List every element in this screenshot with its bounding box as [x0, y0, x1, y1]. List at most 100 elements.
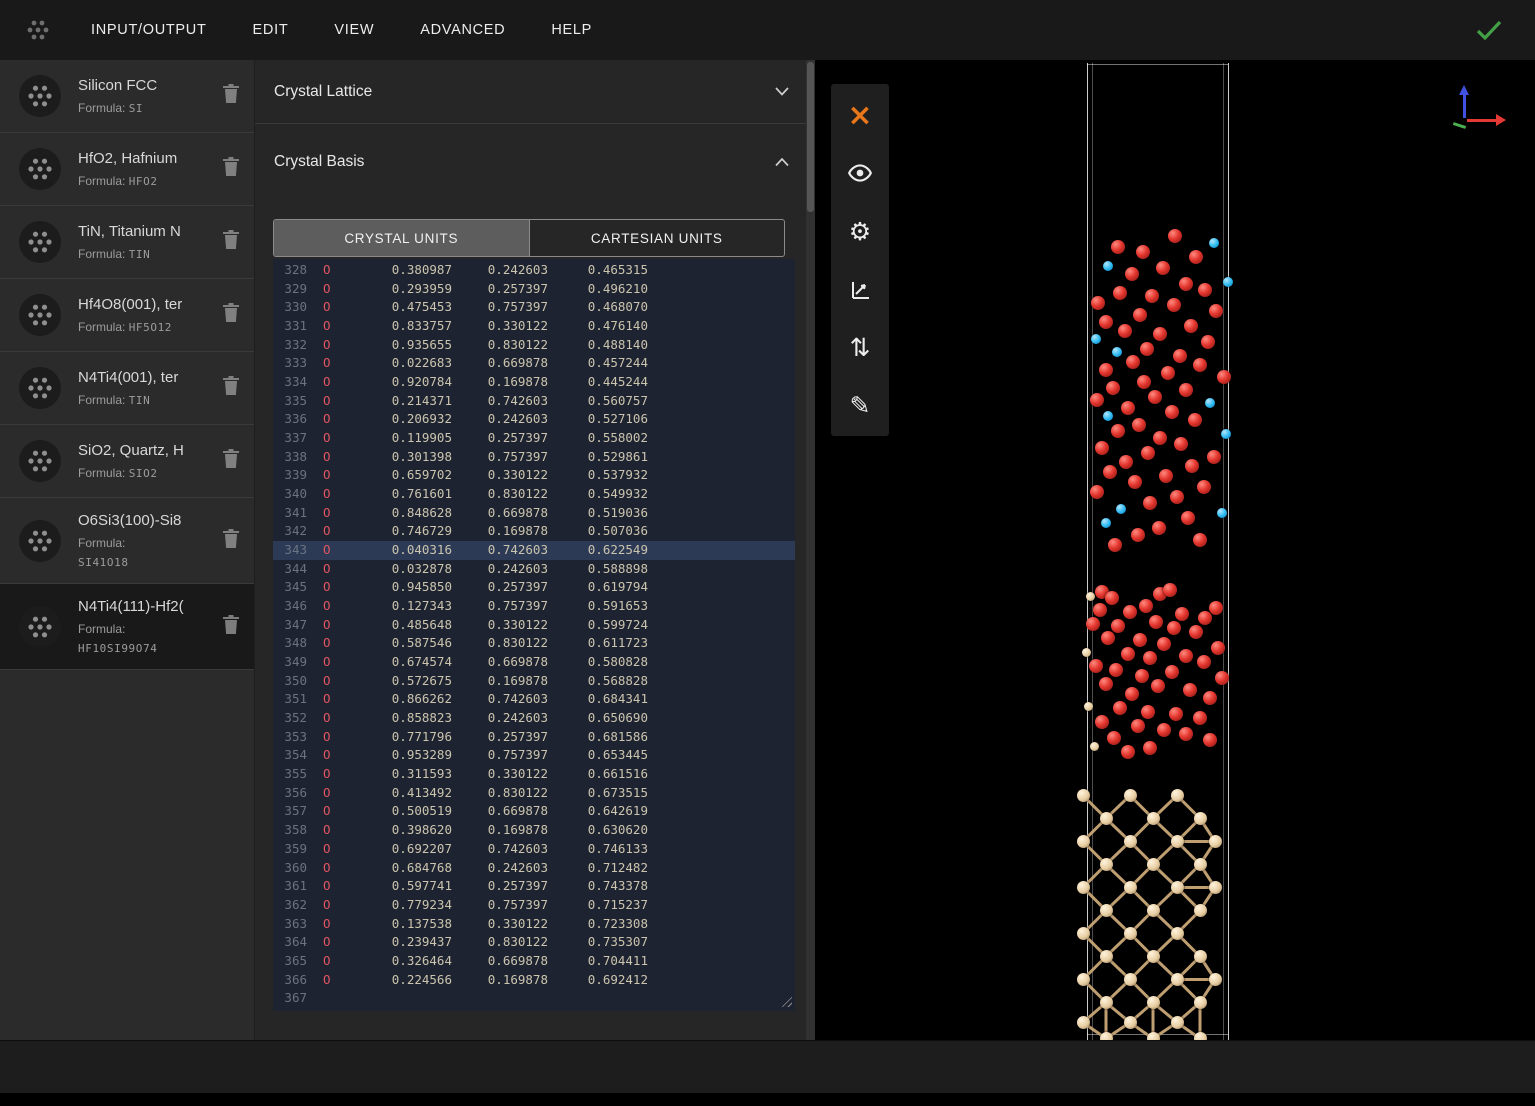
section-crystal-basis[interactable]: Crystal Basis [255, 124, 815, 200]
material-formula: Formula: TiN [78, 393, 222, 407]
basis-row[interactable]: 335O0.2143710.7426030.560757 [273, 392, 795, 411]
eye-icon[interactable] [831, 144, 889, 202]
material-item[interactable]: TiN, Titanium N Formula: TiN [0, 206, 254, 279]
material-item[interactable]: Hf4O8(001), ter Formula: Hf5O12 [0, 279, 254, 352]
basis-row[interactable]: 350O0.5726750.1698780.568828 [273, 672, 795, 691]
menu-item-advanced[interactable]: ADVANCED [397, 0, 528, 60]
basis-row[interactable]: 353O0.7717960.2573970.681586 [273, 728, 795, 747]
basis-row[interactable]: 344O0.0328780.2426030.588898 [273, 560, 795, 579]
material-item[interactable]: SiO2, Quartz, H Formula: SiO2 [0, 425, 254, 498]
cyan-atom [1209, 238, 1219, 248]
tab-cartesian-units[interactable]: CARTESIAN UNITS [529, 220, 785, 256]
basis-row[interactable]: 351O0.8662620.7426030.684341 [273, 690, 795, 709]
pencil-icon[interactable]: ✎ [831, 376, 889, 434]
coord-z: 0.712482 [548, 859, 648, 878]
coord-z: 0.527106 [548, 410, 648, 429]
basis-row[interactable]: 349O0.6745740.6698780.580828 [273, 653, 795, 672]
material-item[interactable]: N4Ti4(001), ter Formula: TiN [0, 352, 254, 425]
delete-material-button[interactable] [222, 375, 240, 401]
measure-icon[interactable] [831, 260, 889, 318]
material-item[interactable]: N4Ti4(111)-Hf2( Formula: Hf10Si99O74 [0, 584, 254, 670]
basis-row[interactable]: 347O0.4856480.3301220.599724 [273, 616, 795, 635]
line-number: 339 [273, 466, 307, 485]
basis-row[interactable]: 362O0.7792340.7573970.715237 [273, 896, 795, 915]
basis-row[interactable]: 336O0.2069320.2426030.527106 [273, 410, 795, 429]
basis-row[interactable]: 330O0.4754530.7573970.468070 [273, 298, 795, 317]
material-name: SiO2, Quartz, H [78, 442, 188, 459]
close-icon[interactable]: × [831, 86, 889, 144]
panel-scrollbar[interactable] [806, 60, 815, 1040]
menu-item-edit[interactable]: EDIT [230, 0, 312, 60]
delete-material-button[interactable] [222, 614, 240, 640]
basis-row[interactable]: 339O0.6597020.3301220.537932 [273, 466, 795, 485]
basis-row[interactable]: 354O0.9532890.7573970.653445 [273, 746, 795, 765]
basis-row[interactable]: 355O0.3115930.3301220.661516 [273, 765, 795, 784]
basis-row[interactable]: 337O0.1199050.2573970.558002 [273, 429, 795, 448]
tab-crystal-units[interactable]: CRYSTAL UNITS [274, 220, 529, 256]
basis-row[interactable]: 358O0.3986200.1698780.630620 [273, 821, 795, 840]
basis-row[interactable]: 340O0.7616010.8301220.549932 [273, 485, 795, 504]
red-atom [1090, 393, 1104, 407]
material-icon [18, 147, 62, 191]
basis-row[interactable]: 338O0.3013980.7573970.529861 [273, 448, 795, 467]
viewer-3d[interactable]: × ⚙ ⇅ ✎ [815, 60, 1535, 1040]
basis-row[interactable]: 342O0.7467290.1698780.507036 [273, 522, 795, 541]
delete-material-button[interactable] [222, 156, 240, 182]
scrollbar-thumb[interactable] [807, 62, 814, 212]
menu-item-help[interactable]: HELP [528, 0, 615, 60]
basis-row[interactable]: 366O0.2245660.1698780.692412 [273, 971, 795, 990]
delete-material-button[interactable] [222, 83, 240, 109]
coord-z: 0.476140 [548, 317, 648, 336]
delete-material-button[interactable] [222, 302, 240, 328]
basis-row[interactable]: 341O0.8486280.6698780.519036 [273, 504, 795, 523]
swap-vertical-icon[interactable]: ⇅ [831, 318, 889, 376]
basis-row[interactable]: 328O0.3809870.2426030.465315 [273, 261, 795, 280]
basis-row[interactable]: 333O0.0226830.6698780.457244 [273, 354, 795, 373]
basis-row[interactable]: 329O0.2939590.2573970.496210 [273, 280, 795, 299]
basis-row[interactable]: 361O0.5977410.2573970.743378 [273, 877, 795, 896]
tan-atom [1124, 973, 1137, 986]
element-symbol: O [323, 485, 345, 504]
material-text: N4Ti4(001), ter Formula: TiN [78, 369, 222, 407]
material-item[interactable]: O6Si3(100)-Si8 Formula: Si41O18 [0, 498, 254, 584]
coord-y: 0.330122 [452, 765, 548, 784]
basis-row[interactable]: 363O0.1375380.3301220.723308 [273, 915, 795, 934]
element-symbol: O [323, 522, 345, 541]
basis-row[interactable]: 367 [273, 989, 795, 1008]
section-crystal-lattice[interactable]: Crystal Lattice [255, 60, 815, 124]
delete-material-button[interactable] [222, 448, 240, 474]
basis-row[interactable]: 343O0.0403160.7426030.622549 [273, 541, 795, 560]
basis-row[interactable]: 346O0.1273430.7573970.591653 [273, 597, 795, 616]
line-number: 350 [273, 672, 307, 691]
formula-label: Formula: [78, 466, 125, 480]
coord-x: 0.746729 [345, 522, 452, 541]
red-atom [1156, 261, 1170, 275]
material-formula: Formula: Si [78, 101, 222, 115]
coord-x: 0.475453 [345, 298, 452, 317]
basis-row[interactable]: 357O0.5005190.6698780.642619 [273, 802, 795, 821]
basis-row[interactable]: 360O0.6847680.2426030.712482 [273, 859, 795, 878]
basis-row[interactable]: 332O0.9356550.8301220.488140 [273, 336, 795, 355]
basis-row[interactable]: 348O0.5875460.8301220.611723 [273, 634, 795, 653]
basis-row[interactable]: 356O0.4134920.8301220.673515 [273, 784, 795, 803]
basis-row[interactable]: 352O0.8588230.2426030.650690 [273, 709, 795, 728]
basis-row[interactable]: 331O0.8337570.3301220.476140 [273, 317, 795, 336]
delete-material-button[interactable] [222, 229, 240, 255]
basis-coordinates-editor[interactable]: 328O0.3809870.2426030.465315329O0.293959… [273, 259, 795, 1011]
menu-item-input-output[interactable]: INPUT/OUTPUT [68, 0, 230, 60]
delete-material-button[interactable] [222, 528, 240, 554]
coord-z: 0.568828 [548, 672, 648, 691]
material-item[interactable]: HfO2, Hafnium Formula: HfO2 [0, 133, 254, 206]
material-item[interactable]: Silicon FCC Formula: Si [0, 60, 254, 133]
element-symbol: O [323, 746, 345, 765]
basis-row[interactable]: 359O0.6922070.7426030.746133 [273, 840, 795, 859]
gear-icon[interactable]: ⚙ [831, 202, 889, 260]
apply-check-icon[interactable] [1475, 19, 1503, 41]
basis-row[interactable]: 364O0.2394370.8301220.735307 [273, 933, 795, 952]
app-logo-icon[interactable] [24, 16, 52, 44]
coord-y: 0.242603 [452, 859, 548, 878]
menu-item-view[interactable]: VIEW [311, 0, 397, 60]
basis-row[interactable]: 365O0.3264640.6698780.704411 [273, 952, 795, 971]
basis-row[interactable]: 345O0.9458500.2573970.619794 [273, 578, 795, 597]
basis-row[interactable]: 334O0.9207840.1698780.445244 [273, 373, 795, 392]
